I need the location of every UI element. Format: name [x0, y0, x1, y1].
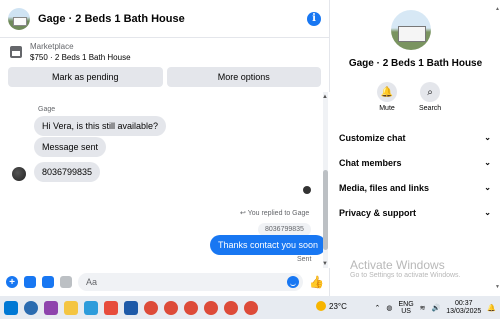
chat-title[interactable]: Gage · 2 Beds 1 Bath House [38, 13, 307, 25]
app-icon[interactable] [104, 300, 118, 315]
section-chat-members[interactable]: Chat members ⌄ [339, 158, 491, 168]
edge-icon[interactable] [24, 300, 38, 315]
info-icon[interactable]: i [307, 11, 321, 26]
time: 00:37 [454, 299, 473, 307]
date: 13/03/2025 [446, 307, 482, 315]
listing-avatar[interactable] [391, 10, 431, 50]
photo-icon[interactable] [24, 276, 36, 288]
marketplace-icon [10, 46, 22, 58]
section-privacy-support[interactable]: Privacy & support ⌄ [339, 208, 491, 218]
section-label: Chat members [339, 158, 402, 168]
language-indicator[interactable]: ENG US [398, 301, 413, 315]
chrome-icon[interactable] [244, 300, 258, 315]
chat-avatar[interactable] [8, 7, 30, 30]
start-icon[interactable] [4, 300, 18, 315]
chevron-down-icon: ⌄ [484, 158, 491, 167]
chevron-down-icon: ⌄ [484, 133, 491, 142]
chrome-icon[interactable] [144, 300, 158, 315]
section-label: Customize chat [339, 133, 406, 143]
volume-icon[interactable]: 🔊 [432, 304, 441, 312]
conversation-info-pane: Gage · 2 Beds 1 Bath House 🔔 Mute ⌕ Sear… [331, 0, 500, 296]
chat-pane: Gage · 2 Beds 1 Bath House i Marketplace… [0, 0, 330, 296]
chrome-icon[interactable] [204, 300, 218, 315]
scroll-down-icon[interactable]: ▼ [495, 284, 500, 290]
taskbar: 23°C ⌃ ◍ ENG US ≋ 🔊 00:37 13/03/2025 🔔 [0, 296, 500, 319]
chevron-down-icon: ⌄ [484, 208, 491, 217]
gif-icon[interactable] [60, 276, 72, 288]
thumbs-up-icon[interactable]: 👍 [309, 275, 324, 289]
scroll-up-icon[interactable]: ▲ [322, 94, 328, 100]
file-explorer-icon[interactable] [64, 300, 78, 315]
message-input-placeholder: Aa [86, 277, 98, 287]
message-outgoing[interactable]: Thanks contact you soon [210, 235, 327, 255]
chevron-up-icon[interactable]: ⌃ [374, 304, 380, 312]
chrome-icon[interactable] [224, 300, 238, 315]
notification-bell-icon[interactable]: 🔔 [487, 304, 496, 312]
sender-name: Gage [38, 106, 56, 113]
reply-note: ↩ You replied to Gage [240, 209, 309, 217]
scroll-up-icon[interactable]: ▲ [495, 6, 500, 12]
search-button[interactable]: ⌕ Search [419, 82, 441, 112]
search-icon: ⌕ [420, 82, 441, 102]
mark-as-pending-button[interactable]: Mark as pending [8, 67, 163, 87]
message-incoming[interactable]: Hi Vera, is this still available? [34, 116, 167, 136]
chat-header: Gage · 2 Beds 1 Bath House i [0, 0, 329, 38]
bell-icon: 🔔 [377, 82, 397, 102]
plus-icon[interactable]: + [6, 276, 18, 288]
section-label: Privacy & support [339, 208, 417, 218]
mute-button[interactable]: 🔔 Mute [377, 82, 397, 112]
clock[interactable]: 00:37 13/03/2025 [446, 300, 481, 315]
reply-arrow-icon: ↩ [240, 210, 248, 217]
scrollbar-thumb[interactable] [323, 170, 328, 250]
temperature: 23°C [329, 301, 347, 311]
info-title: Gage · 2 Beds 1 Bath House [348, 58, 483, 69]
message-input[interactable]: Aa [78, 273, 304, 291]
message-incoming[interactable]: Message sent [34, 137, 107, 157]
emoji-icon[interactable] [287, 276, 300, 288]
section-media-files-links[interactable]: Media, files and links ⌄ [339, 183, 491, 193]
message-incoming[interactable]: 8036799835 [34, 162, 101, 182]
listing-summary: $750 · 2 Beds 1 Bath House [30, 53, 131, 62]
activate-windows-subtitle: Go to Settings to activate Windows. [350, 272, 461, 279]
network-icon[interactable]: ◍ [386, 304, 392, 312]
reply-note-text: You replied to Gage [247, 210, 310, 217]
listing-actions: Mark as pending More options [0, 62, 329, 92]
scroll-down-icon[interactable]: ▼ [322, 261, 328, 267]
language-code: ENG [398, 300, 414, 308]
weather-widget[interactable]: 23°C [316, 301, 347, 311]
message-list[interactable]: Gage Hi Vera, is this still available? M… [0, 92, 330, 268]
marketplace-label: Marketplace [30, 42, 74, 51]
chrome-icon[interactable] [184, 300, 198, 315]
message-status: Sent [297, 256, 312, 263]
settings-icon[interactable] [124, 300, 138, 315]
search-label: Search [419, 105, 442, 112]
more-options-button[interactable]: More options [166, 67, 321, 87]
sender-avatar[interactable] [12, 167, 26, 181]
copilot-icon[interactable] [44, 300, 58, 315]
info-actions: 🔔 Mute ⌕ Search [377, 82, 441, 112]
region-code: US [401, 307, 411, 315]
marketplace-banner[interactable]: Marketplace $750 · 2 Beds 1 Bath House [0, 38, 329, 62]
activate-windows-title: Activate Windows [350, 258, 445, 272]
message-scrollbar[interactable] [323, 92, 328, 268]
sun-icon [316, 301, 326, 311]
wifi-icon[interactable]: ≋ [420, 304, 426, 312]
store-icon[interactable] [84, 300, 98, 315]
read-receipt-avatar [303, 186, 311, 194]
info-scrollbar[interactable]: ▲ ▼ [495, 6, 500, 290]
mute-label: Mute [379, 105, 395, 112]
section-customize-chat[interactable]: Customize chat ⌄ [339, 133, 491, 143]
chevron-down-icon: ⌄ [484, 183, 491, 192]
section-label: Media, files and links [339, 183, 430, 193]
composer: + Aa 👍 [0, 268, 330, 296]
system-tray: ⌃ ◍ ENG US ≋ 🔊 00:37 13/03/2025 🔔 [374, 296, 496, 319]
chrome-icon[interactable] [164, 300, 178, 315]
sticker-icon[interactable] [42, 276, 54, 288]
